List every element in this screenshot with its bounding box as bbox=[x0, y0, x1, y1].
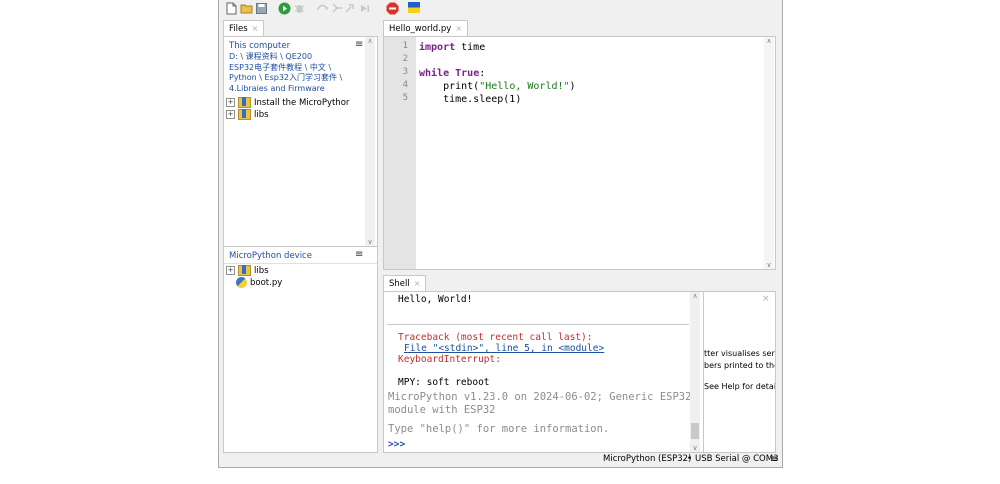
shell-traceback: Traceback (most recent call last): bbox=[398, 332, 593, 343]
shell-divider bbox=[387, 324, 689, 325]
shell-error: KeyboardInterrupt: bbox=[398, 354, 501, 365]
port-label[interactable]: USB Serial @ COM3 bbox=[695, 452, 778, 467]
plotter-hint: tter visualises serie bbox=[704, 349, 776, 358]
close-icon[interactable]: × bbox=[762, 294, 770, 304]
path-segment[interactable]: D: \ 课程资料 \ QE200 bbox=[229, 52, 312, 63]
shell-prompt[interactable]: >>> bbox=[388, 439, 405, 450]
close-icon[interactable]: × bbox=[455, 24, 462, 33]
plotter-panel: × tter visualises serie bers printed to … bbox=[703, 291, 776, 453]
device-tree-item[interactable]: boot.py bbox=[236, 277, 282, 289]
shell-scrollbar[interactable]: ∧ ∨ bbox=[690, 292, 700, 452]
files-panel: This computer ≡ D: \ 课程资料 \ QE200 ESP32电… bbox=[223, 36, 378, 247]
folder-icon bbox=[238, 97, 251, 108]
folder-icon bbox=[238, 109, 251, 120]
thonny-window: Files × This computer ≡ D: \ 课程资料 \ QE200… bbox=[218, 0, 783, 468]
close-icon[interactable]: × bbox=[414, 279, 421, 288]
step-into-icon[interactable] bbox=[330, 2, 343, 15]
this-computer-heading: This computer bbox=[229, 41, 291, 51]
python-file-icon bbox=[236, 277, 247, 288]
device-tree-item[interactable]: + libs bbox=[226, 265, 269, 277]
new-file-icon[interactable] bbox=[225, 2, 238, 15]
status-menu-icon[interactable]: ≡ bbox=[770, 452, 778, 467]
shell-help-hint: Type "help()" for more information. bbox=[388, 423, 610, 435]
files-menu-icon[interactable]: ≡ bbox=[355, 40, 363, 50]
scroll-up-icon[interactable]: ∧ bbox=[764, 37, 774, 45]
resume-icon[interactable] bbox=[358, 2, 371, 15]
toolbar bbox=[219, 0, 782, 18]
scroll-down-icon[interactable]: ∨ bbox=[365, 238, 375, 246]
scroll-up-icon[interactable]: ∧ bbox=[690, 292, 700, 300]
debug-icon[interactable] bbox=[293, 2, 306, 15]
run-icon[interactable] bbox=[278, 2, 291, 15]
file-tree-item[interactable]: + libs bbox=[226, 109, 269, 121]
device-panel: MicroPython device ≡ + libs boot.py bbox=[223, 246, 378, 453]
scroll-down-icon[interactable]: ∨ bbox=[690, 444, 700, 452]
scroll-up-icon[interactable]: ∧ bbox=[365, 37, 375, 45]
path-segment[interactable]: 4.Libraies and Firmware bbox=[229, 84, 325, 95]
save-icon[interactable] bbox=[255, 2, 268, 15]
step-over-icon[interactable] bbox=[316, 2, 329, 15]
scroll-down-icon[interactable]: ∨ bbox=[764, 261, 774, 269]
status-separator: • bbox=[687, 454, 693, 464]
device-heading: MicroPython device bbox=[229, 251, 312, 261]
traceback-file-link[interactable]: File "<stdin>", line 5, in <module> bbox=[404, 343, 604, 354]
interpreter-selector[interactable]: MicroPython (ESP32) bbox=[603, 452, 691, 467]
shell-panel[interactable]: Hello, World! Traceback (most recent cal… bbox=[383, 291, 704, 453]
code-editor[interactable]: 1 2 3 4 5 import time while True: print(… bbox=[383, 36, 776, 270]
files-scrollbar[interactable]: ∧ ∨ bbox=[365, 37, 375, 246]
shell-output: MPY: soft reboot bbox=[398, 377, 490, 388]
shell-banner: MicroPython v1.23.0 on 2024-06-02; Gener… bbox=[388, 391, 692, 403]
code-line: while True: bbox=[419, 68, 486, 79]
shell-output: Hello, World! bbox=[398, 294, 473, 305]
plotter-hint: See Help for details bbox=[704, 382, 776, 391]
tab-shell[interactable]: Shell × bbox=[383, 275, 427, 292]
open-folder-icon[interactable] bbox=[240, 2, 253, 15]
code-line: import time bbox=[419, 42, 486, 53]
close-icon[interactable]: × bbox=[252, 24, 259, 33]
device-menu-icon[interactable]: ≡ bbox=[355, 250, 363, 260]
ukraine-flag-icon bbox=[408, 2, 420, 13]
path-segment[interactable]: ESP32电子套件教程 \ 中文 \ bbox=[229, 63, 331, 74]
shell-banner: module with ESP32 bbox=[388, 404, 496, 416]
scroll-thumb[interactable] bbox=[691, 423, 699, 439]
expand-icon[interactable]: + bbox=[226, 98, 235, 107]
code-line: time.sleep(1) bbox=[419, 94, 522, 105]
step-out-icon[interactable] bbox=[344, 2, 357, 15]
plotter-hint: bers printed to the bbox=[704, 361, 776, 370]
code-line: print("Hello, World!") bbox=[419, 81, 576, 92]
expand-icon[interactable]: + bbox=[226, 110, 235, 119]
status-bar: MicroPython (ESP32) • USB Serial @ COM3 … bbox=[219, 452, 782, 467]
file-tree-item[interactable]: + Install the MicroPythor bbox=[226, 97, 349, 109]
tab-hello-world[interactable]: Hello_world.py × bbox=[383, 20, 469, 37]
line-number-gutter: 1 2 3 4 5 bbox=[384, 37, 416, 269]
path-segment[interactable]: Python \ Esp32入门学习套件 \ bbox=[229, 73, 342, 84]
editor-scrollbar[interactable]: ∧ ∨ bbox=[764, 37, 774, 269]
expand-icon[interactable]: + bbox=[226, 266, 235, 275]
folder-icon bbox=[238, 265, 251, 276]
stop-icon[interactable] bbox=[386, 2, 399, 15]
tab-files[interactable]: Files × bbox=[223, 20, 265, 37]
